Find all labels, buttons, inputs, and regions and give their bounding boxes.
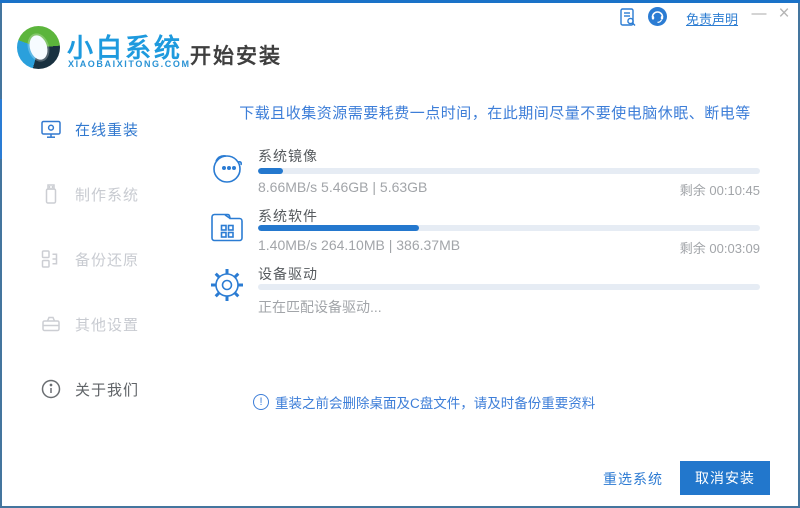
progress-bar-system-image <box>258 168 760 174</box>
toolbox-icon <box>40 313 62 335</box>
sidebar-item-label: 备份还原 <box>75 251 140 269</box>
minimize-button[interactable]: — <box>748 2 770 26</box>
progress-fill <box>258 168 284 174</box>
backup-notice: ! 重装之前会删除桌面及C盘文件，请及时备份重要资料 <box>253 392 595 412</box>
brand-domain: XIAOBAIXITONG.COM <box>68 59 191 69</box>
disclaimer-link[interactable]: 免责声明 <box>686 9 738 28</box>
face-chat-icon <box>207 148 247 188</box>
app-window: 免责声明 — × 小白系统 XIAOBAIXITONG.COM 开始安装 在线重… <box>0 0 800 508</box>
gear-icon <box>207 265 247 305</box>
sidebar-item-backup-restore[interactable]: 备份还原 <box>2 229 190 289</box>
task-name-system-image: 系统镜像 <box>258 148 318 164</box>
task-remaining-system-software: 剩余 00:03:09 <box>679 241 760 256</box>
backup-notice-text: 重装之前会删除桌面及C盘文件，请及时备份重要资料 <box>275 396 596 411</box>
sidebar-item-label: 在线重装 <box>75 121 140 139</box>
sidebar-item-online-reinstall[interactable]: 在线重装 <box>2 99 190 159</box>
close-button[interactable]: × <box>773 2 795 26</box>
monitor-reinstall-icon <box>40 118 62 140</box>
folder-apps-icon <box>207 207 247 247</box>
cancel-install-button[interactable]: 取消安装 <box>680 461 770 495</box>
document-disclaimer-icon[interactable] <box>620 8 637 27</box>
task-remaining-system-image: 剩余 00:10:45 <box>679 183 760 198</box>
backup-restore-icon <box>40 248 62 270</box>
task-stats-system-software: 1.40MB/s 264.10MB | 386.37MB <box>258 237 461 253</box>
sidebar-item-other-settings[interactable]: 其他设置 <box>2 294 190 354</box>
sidebar-item-label: 其他设置 <box>75 316 140 334</box>
progress-bar-device-driver <box>258 284 760 290</box>
progress-bar-system-software <box>258 225 760 231</box>
reselect-system-button[interactable]: 重选系统 <box>603 469 663 489</box>
progress-fill <box>258 225 419 231</box>
usb-drive-icon <box>40 183 62 205</box>
task-name-system-software: 系统软件 <box>258 208 318 224</box>
sidebar-item-about-us[interactable]: 关于我们 <box>2 359 190 419</box>
sidebar: 在线重装 制作系统 备份还原 其他设置 关于我们 <box>2 90 190 506</box>
task-name-device-driver: 设备驱动 <box>258 266 318 282</box>
info-icon <box>40 378 62 400</box>
customer-service-icon[interactable] <box>648 7 667 26</box>
sidebar-item-label: 制作系统 <box>75 186 140 204</box>
download-warning-text: 下载且收集资源需要耗费一点时间，在此期间尽量不要使电脑休眠、断电等 <box>239 105 751 122</box>
sidebar-item-make-system[interactable]: 制作系统 <box>2 164 190 224</box>
circle-exclamation-icon: ! <box>253 394 269 410</box>
app-logo <box>17 26 60 69</box>
sidebar-item-label: 关于我们 <box>75 381 140 399</box>
page-title: 开始安装 <box>190 45 282 68</box>
task-stats-system-image: 8.66MB/s 5.46GB | 5.63GB <box>258 179 428 195</box>
task-status-device-driver: 正在匹配设备驱动... <box>258 299 382 315</box>
